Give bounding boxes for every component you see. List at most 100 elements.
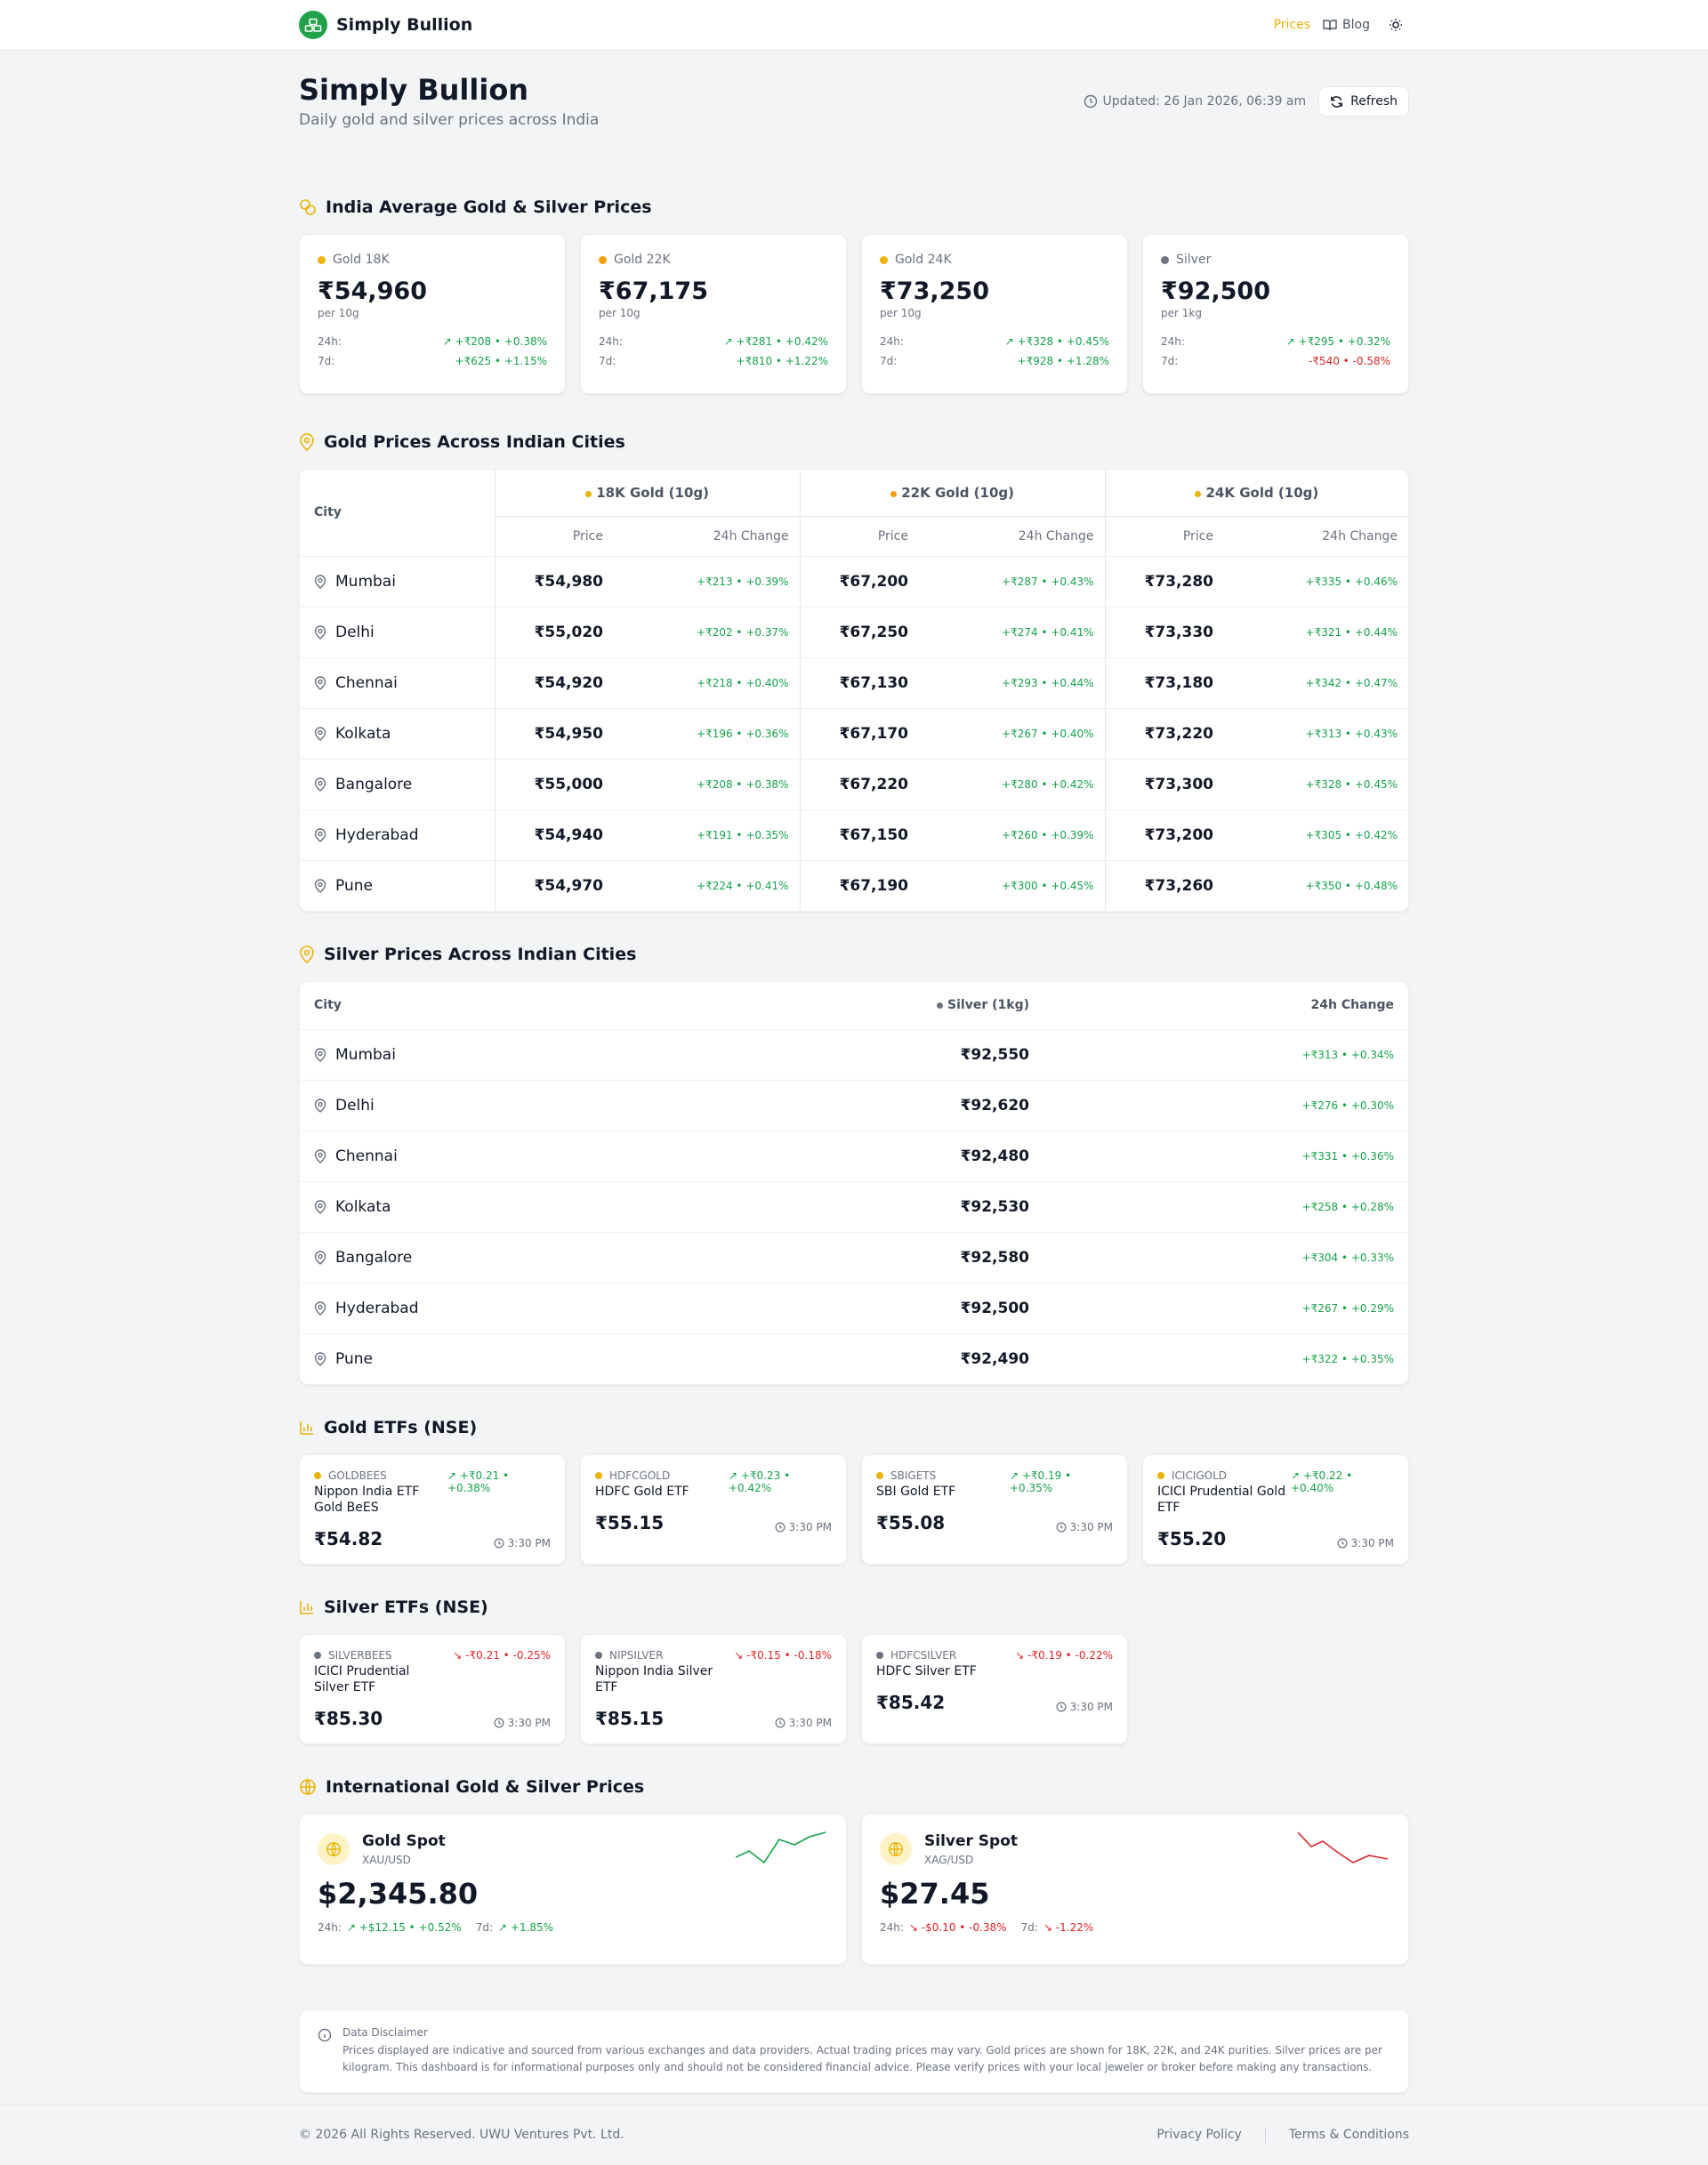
gold-spot-card: Gold Spot XAU/USD $2,345.80 24h: ↗ +$12.1… [299, 1814, 847, 1965]
silver-city-row: Chennai ₹92,480 +₹331 • +0.36% [300, 1130, 1408, 1181]
change-24h-label: 24h: [1161, 335, 1185, 348]
change-24k: +₹305 • +0.42% [1228, 809, 1408, 860]
etf-name: HDFC Gold ETF [595, 1485, 689, 1499]
etf-price: ₹55.15 [595, 1512, 665, 1533]
gold-spot-code: XAU/USD [362, 1854, 411, 1866]
etf-card[interactable]: SBIGETS SBI Gold ETF ↗ +₹0.19 • +0.35% ₹… [861, 1454, 1128, 1565]
change-7d-label: 7d: [880, 355, 898, 367]
silver-etfs-title-text: Silver ETFs (NSE) [324, 1598, 488, 1617]
avg-section-title: India Average Gold & Silver Prices [299, 195, 1409, 220]
brand[interactable]: Simply Bullion [299, 11, 472, 39]
price-24k: ₹73,220 [1104, 707, 1228, 759]
avg-unit: per 1kg [1161, 307, 1202, 319]
price-22k: ₹67,130 [799, 656, 922, 708]
change-22k: +₹287 • +0.43% [922, 555, 1105, 607]
map-pin-icon [314, 1250, 326, 1265]
price-18k: ₹55,020 [495, 606, 617, 657]
intl-title: International Gold & Silver Prices [299, 1775, 1409, 1799]
price-24k: ₹73,260 [1104, 859, 1228, 911]
silver-sparkline-chart [1298, 1831, 1389, 1863]
silver-cities-table-card: City Silver (1kg) 24h Change Mumbai ₹92,… [299, 981, 1409, 1385]
etf-name: Nippon India Silver ETF [595, 1664, 713, 1694]
globe-icon [318, 1833, 350, 1865]
etf-price: ₹85.42 [876, 1692, 946, 1713]
gold-sparkline-chart [736, 1831, 826, 1864]
change-24h-value: ↗ +₹281 • +0.42% [723, 335, 828, 348]
etf-change: ↘ -₹0.21 • -0.25% [453, 1649, 551, 1662]
nav-blog-link[interactable]: Blog [1323, 18, 1370, 32]
globe-icon [880, 1833, 912, 1865]
silver-24h-label: 24h: [880, 1921, 904, 1934]
city-name: Hyderabad [300, 826, 495, 844]
change-18k: +₹213 • +0.39% [617, 555, 800, 607]
silver-change-header: 24h Change [1310, 998, 1395, 1013]
etf-price: ₹55.20 [1157, 1528, 1227, 1549]
metal-label: Silver [1161, 253, 1390, 267]
etf-time: 3:30 PM [494, 1717, 551, 1729]
terms-link[interactable]: Terms & Conditions [1289, 2128, 1409, 2142]
nav-prices-link[interactable]: Prices [1274, 18, 1310, 32]
etf-card[interactable]: GOLDBEES Nippon India ETF Gold BeES ↗ +₹… [299, 1454, 566, 1565]
etf-ticker: GOLDBEES [314, 1469, 447, 1482]
etf-card[interactable]: NIPSILVER Nippon India Silver ETF ↘ -₹0.… [580, 1634, 847, 1744]
avg-price-card: Silver ₹92,500 per 1kg 24h: ↗ +₹295 • +0… [1142, 234, 1409, 394]
clock-icon [1056, 1702, 1067, 1712]
silver-price: ₹92,480 [777, 1130, 1043, 1181]
change-24k: +₹350 • +0.48% [1228, 859, 1408, 911]
price-24k: ₹73,200 [1104, 809, 1228, 860]
clock-icon [494, 1718, 504, 1728]
map-pin-icon [314, 1148, 326, 1163]
change-24k: +₹342 • +0.47% [1228, 656, 1408, 708]
etf-card[interactable]: SILVERBEES ICICI Prudential Silver ETF ↘… [299, 1634, 566, 1744]
price-22k: ₹67,190 [799, 859, 922, 911]
change-18k: +₹196 • +0.36% [617, 707, 800, 759]
silver-price: ₹92,620 [777, 1079, 1043, 1131]
nav-blog-label: Blog [1342, 18, 1370, 32]
gold-city-row: Hyderabad ₹54,940 +₹191 • +0.35% ₹67,150… [300, 809, 1408, 860]
silver-cities-title: Silver Prices Across Indian Cities [299, 942, 1409, 967]
silver-price: ₹92,530 [777, 1180, 1043, 1232]
change-24h-value: ↗ +₹295 • +0.32% [1285, 335, 1390, 348]
silver-price: ₹92,580 [777, 1231, 1043, 1283]
change-22k: +₹300 • +0.45% [922, 859, 1105, 911]
privacy-policy-link[interactable]: Privacy Policy [1156, 2128, 1241, 2142]
gold-spot-price: $2,345.80 [318, 1877, 479, 1911]
change-18k: +₹191 • +0.35% [617, 809, 800, 860]
change-24h-label: 24h: [599, 335, 623, 348]
page-subtitle: Daily gold and silver prices across Indi… [299, 111, 600, 129]
change-22k: +₹280 • +0.42% [922, 758, 1105, 809]
city-name: Chennai [300, 674, 495, 692]
etf-name: ICICI Prudential Silver ETF [314, 1664, 410, 1694]
gold-city-row: Bangalore ₹55,000 +₹208 • +0.38% ₹67,220… [300, 758, 1408, 809]
clock-icon [1084, 94, 1097, 109]
refresh-icon [1331, 95, 1342, 108]
globe-icon [300, 1779, 316, 1795]
etf-card[interactable]: HDFCSILVER HDFC Silver ETF ↘ -₹0.19 • -0… [861, 1634, 1128, 1744]
etf-card[interactable]: HDFCGOLD HDFC Gold ETF ↗ +₹0.23 • +0.42%… [580, 1454, 847, 1565]
etf-time: 3:30 PM [775, 1717, 832, 1729]
price-22k: ₹67,220 [799, 758, 922, 809]
metal-name: Gold 22K [614, 253, 671, 267]
gold-cities-title-text: Gold Prices Across Indian Cities [324, 432, 625, 452]
refresh-button[interactable]: Refresh [1318, 86, 1409, 117]
silver-change: +₹304 • +0.33% [1043, 1231, 1408, 1283]
metal-dot [880, 255, 888, 264]
metal-name: Gold 24K [895, 253, 952, 267]
silver-change: +₹322 • +0.35% [1043, 1332, 1408, 1384]
silver-city-row: Kolkata ₹92,530 +₹258 • +0.28% [300, 1180, 1408, 1232]
avg-price: ₹54,960 [318, 278, 427, 305]
disclaimer-card: Data Disclaimer Prices displayed are ind… [299, 2009, 1409, 2093]
metal-dot [1161, 255, 1169, 264]
silver-change: +₹331 • +0.36% [1043, 1130, 1408, 1181]
metal-name: Gold 18K [333, 253, 390, 267]
gold-etfs-title-text: Gold ETFs (NSE) [324, 1418, 478, 1437]
theme-toggle-button[interactable] [1382, 12, 1409, 38]
change-18k: +₹218 • +0.40% [617, 656, 800, 708]
info-icon [318, 2028, 332, 2042]
etf-card[interactable]: ICICIGOLD ICICI Prudential Gold ETF ↗ +₹… [1142, 1454, 1409, 1565]
city-name: Kolkata [300, 725, 495, 743]
change-header: 24h Change [617, 515, 800, 556]
map-pin-icon [314, 827, 326, 842]
change-24k: +₹328 • +0.45% [1228, 758, 1408, 809]
change-header: 24h Change [922, 515, 1105, 556]
